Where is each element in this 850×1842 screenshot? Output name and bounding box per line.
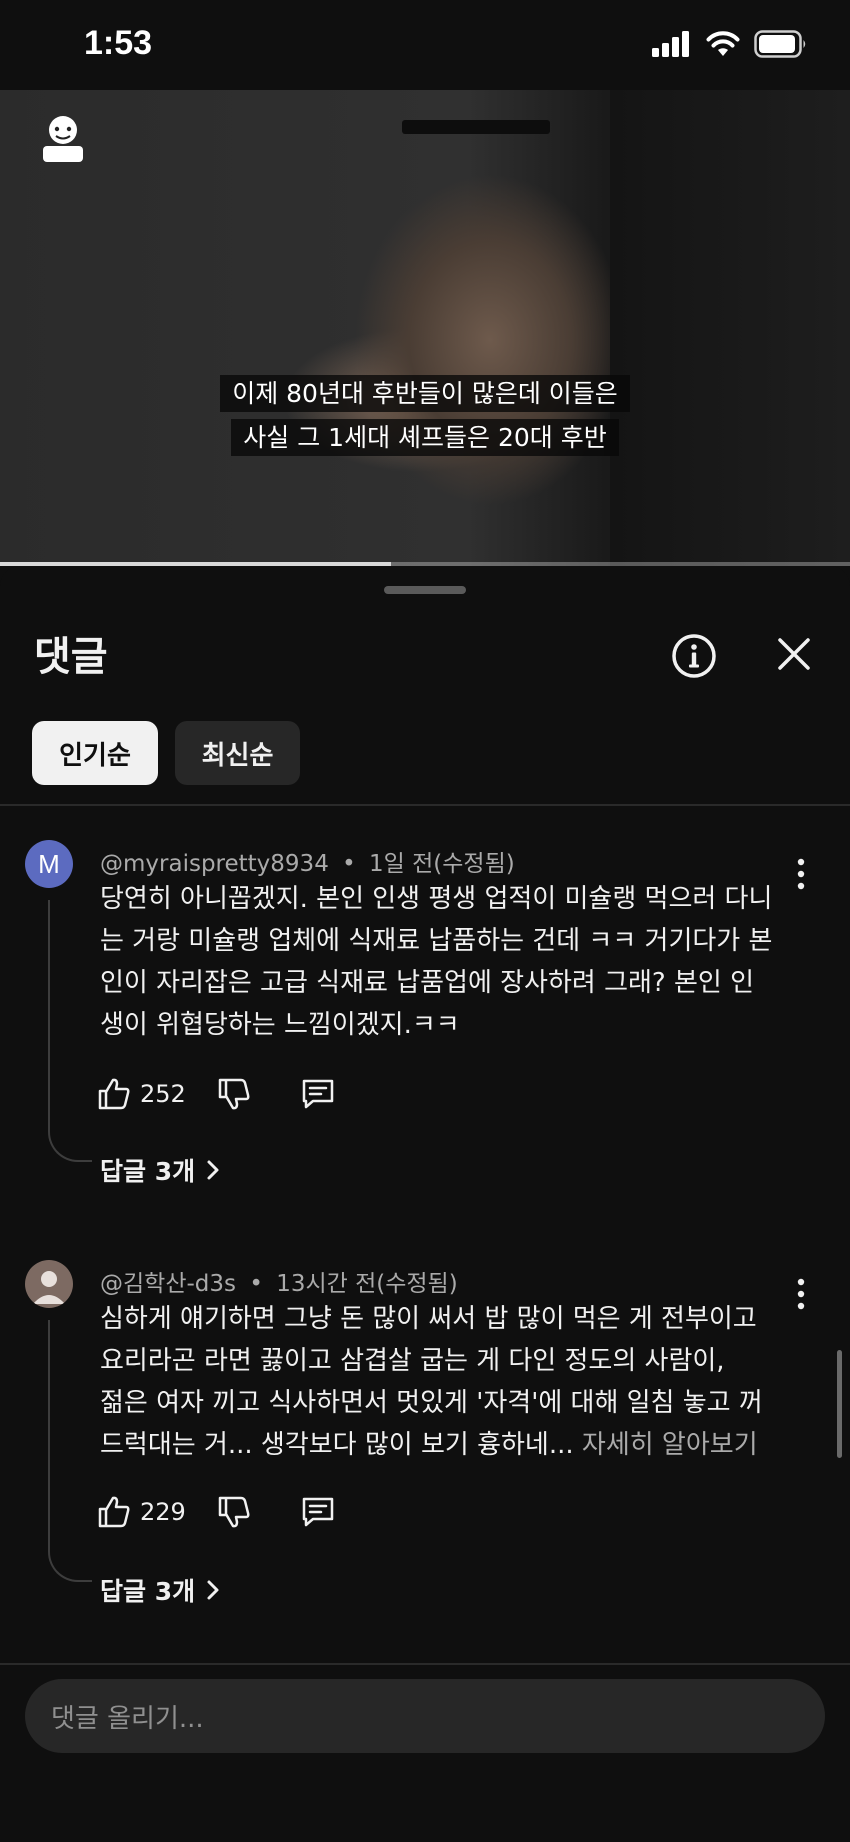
divider — [0, 804, 850, 806]
comment-text-line: 생이 위협당하는 느낌이겠지.ㅋㅋ — [100, 1010, 460, 1040]
close-icon — [778, 638, 810, 670]
comment-text: 당연히 아니꼽겠지. 본인 인생 평생 업적이 미슐랭 먹으러 다니 는 거랑 … — [100, 878, 800, 1046]
comment-text-line: 는 거랑 미슐랭 업체에 식재료 납품하는 건데 ㅋㅋ 거기다가 본 — [100, 926, 773, 956]
comment-meta: @myraispretty8934 • 1일 전(수정됨) — [100, 844, 515, 878]
avatar[interactable] — [25, 1260, 73, 1308]
comment-time: 13시간 전(수정됨) — [276, 1271, 458, 1297]
comment-text-line: 젊은 여자 끼고 식사하면서 멋있게 '자격'에 대해 일침 놓고 꺼 — [100, 1388, 763, 1418]
comment-actions: 229 — [96, 1494, 336, 1530]
like-button[interactable]: 252 — [96, 1076, 186, 1112]
comment-text: 심하게 얘기하면 그냥 돈 많이 써서 밥 많이 먹은 게 전부이고 요리라곤 … — [100, 1298, 800, 1466]
thread-line — [48, 1320, 92, 1582]
reply-comment-icon — [302, 1497, 334, 1527]
avatar[interactable]: M — [25, 840, 73, 888]
read-more-link[interactable]: 자세히 알아보기 — [582, 1430, 758, 1460]
dislike-button[interactable] — [216, 1494, 252, 1530]
comment-text-line: 인이 자리잡은 고급 식재료 납품업에 장사하려 그래? 본인 인 — [100, 968, 754, 998]
comment-text-line: 당연히 아니꼽겠지. 본인 인생 평생 업적이 미슐랭 먹으러 다니 — [100, 884, 773, 914]
thumbs-down-icon — [218, 1496, 250, 1528]
dislike-button[interactable] — [216, 1076, 252, 1112]
status-icons — [652, 30, 808, 58]
drag-handle[interactable] — [384, 586, 466, 594]
wifi-icon — [706, 31, 740, 56]
like-count: 252 — [140, 1080, 186, 1108]
status-time: 1:53 — [84, 24, 153, 62]
comment-thread: @김학산-d3s • 13시간 전(수정됨) 심하게 얘기하면 그냥 돈 많이 … — [0, 1260, 850, 1620]
close-button[interactable] — [772, 632, 816, 676]
thread-line — [48, 900, 92, 1162]
comment-actions: 252 — [96, 1076, 336, 1112]
cellular-signal-icon — [652, 31, 689, 57]
like-count: 229 — [140, 1498, 186, 1526]
comment-time: 1일 전(수정됨) — [369, 851, 515, 877]
battery-icon — [754, 30, 806, 58]
comments-panel: 댓글 인기순 최신순 M @myraispretty8934 • 1일 전(수정… — [0, 566, 850, 1840]
replies-label: 답글 3개 — [100, 1577, 196, 1606]
sort-chip-newest[interactable]: 최신순 — [175, 721, 300, 785]
meta-separator: • — [249, 1271, 263, 1297]
info-icon — [672, 634, 716, 678]
subtitle-line-2: 사실 그 1세대 셰프들은 20대 후반 — [0, 419, 850, 456]
replies-link[interactable]: 답글 3개 — [100, 1572, 221, 1608]
reply-comment-icon — [302, 1079, 334, 1109]
like-button[interactable]: 229 — [96, 1494, 186, 1530]
comment-meta: @김학산-d3s • 13시간 전(수정됨) — [100, 1264, 458, 1298]
channel-logo — [34, 112, 92, 166]
video-background-door — [610, 90, 850, 566]
scrollbar[interactable] — [837, 1350, 842, 1458]
panel-title: 댓글 — [34, 634, 108, 680]
video-background-shelf — [402, 120, 550, 134]
comment-text-line: 심하게 얘기하면 그냥 돈 많이 써서 밥 많이 먹은 게 전부이고 — [100, 1304, 757, 1334]
thumbs-up-icon — [98, 1496, 130, 1528]
comment-author[interactable]: @myraispretty8934 — [100, 851, 329, 877]
thumbs-down-icon — [218, 1078, 250, 1110]
comment-text-line-part: 드럭대는 거... 생각보다 많이 보기 흉하네... — [100, 1430, 574, 1460]
subtitle-line-1: 이제 80년대 후반들이 많은데 이들은 — [0, 375, 850, 412]
reply-button[interactable] — [300, 1494, 336, 1530]
sort-chip-popular[interactable]: 인기순 — [32, 721, 158, 785]
info-button[interactable] — [670, 632, 718, 680]
video-player[interactable]: 이제 80년대 후반들이 많은데 이들은 사실 그 1세대 셰프들은 20대 후… — [0, 90, 850, 566]
chevron-right-icon — [207, 1160, 219, 1180]
comment-text-line: 드럭대는 거... 생각보다 많이 보기 흉하네... 자세히 알아보기 — [100, 1424, 800, 1466]
status-bar: 1:53 — [0, 0, 850, 90]
meta-separator: • — [342, 851, 356, 877]
thumbs-up-icon — [98, 1078, 130, 1110]
comment-text-line: 요리라곤 라면 끓이고 삼겹살 굽는 게 다인 정도의 사람이, — [100, 1346, 725, 1376]
user-photo-icon — [33, 1271, 65, 1304]
replies-link[interactable]: 답글 3개 — [100, 1152, 221, 1188]
reply-button[interactable] — [300, 1076, 336, 1112]
comment-thread: M @myraispretty8934 • 1일 전(수정됨) 당연히 아니꼽겠… — [0, 840, 850, 1200]
replies-label: 답글 3개 — [100, 1157, 196, 1186]
comment-author[interactable]: @김학산-d3s — [100, 1271, 236, 1297]
comment-input[interactable]: 댓글 올리기... — [25, 1679, 825, 1753]
chevron-right-icon — [207, 1580, 219, 1600]
comment-input-bar: 댓글 올리기... — [0, 1663, 850, 1842]
